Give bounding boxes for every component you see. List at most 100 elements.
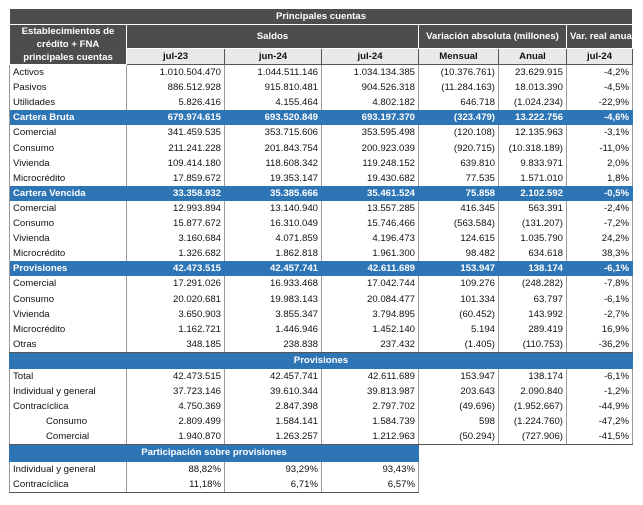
highlight-row: Cartera Bruta 679.974.615 693.520.849 693.1… bbox=[9, 110, 633, 126]
cell-value: 138.174 bbox=[498, 368, 567, 385]
table-row: Comercial 12.993.894 13.140.940 13.557.285 4… bbox=[9, 200, 633, 217]
table-row: Comercial 341.459.535 353.715.606 353.595.4… bbox=[9, 125, 633, 141]
cell-value: -22,9% bbox=[566, 95, 633, 111]
cell-value: 42.473.515 bbox=[126, 368, 225, 385]
cell-value: (1.024.234) bbox=[498, 95, 567, 111]
cell-value: -7,8% bbox=[566, 276, 633, 292]
row-label: Consumo bbox=[9, 291, 127, 307]
cell-value: 15.877.672 bbox=[126, 216, 225, 232]
cell-value: 42.611.689 bbox=[321, 261, 419, 277]
cell-value: -4,5% bbox=[566, 80, 633, 96]
row-label: Cartera Bruta bbox=[9, 110, 127, 126]
cell-value: 915.810.481 bbox=[224, 80, 322, 96]
cell-value: 679.974.615 bbox=[126, 110, 225, 126]
cell-value: (10.376.761) bbox=[418, 64, 499, 81]
cell-value: 6,57% bbox=[321, 476, 419, 493]
table-row: Otras 348.185 238.838 237.432 (1.405) (110.75… bbox=[9, 336, 633, 353]
cell-value: 42.473.515 bbox=[126, 261, 225, 277]
cell-value: 1.162.721 bbox=[126, 321, 225, 337]
provision-row: Total 42.473.515 42.457.741 42.611.689 153.9… bbox=[9, 368, 633, 385]
cell-value: 4.802.182 bbox=[321, 95, 419, 111]
var-real-header: Var. real anual bbox=[566, 24, 633, 49]
cell-value: 101.334 bbox=[418, 291, 499, 307]
row-label: Pasivos bbox=[9, 80, 127, 96]
provisiones-section-row: Provisiones bbox=[9, 351, 633, 369]
cell-value: 1.035.790 bbox=[498, 231, 567, 247]
cell-value: 42.611.689 bbox=[321, 368, 419, 385]
cell-value: 16.310.049 bbox=[224, 216, 322, 232]
cell-value: 693.197.370 bbox=[321, 110, 419, 126]
cell-value: 109.414.180 bbox=[126, 155, 225, 171]
row-label: Cartera Vencida bbox=[9, 185, 127, 201]
cell-value: 2.847.398 bbox=[224, 399, 322, 415]
cell-value: 16,9% bbox=[566, 321, 633, 337]
cell-value: 1.584.141 bbox=[224, 414, 322, 430]
table-row: Utilidades 5.826.416 4.155.464 4.802.182 646… bbox=[9, 95, 633, 111]
cell-value: -3,1% bbox=[566, 125, 633, 141]
cell-value: 9.833.971 bbox=[498, 155, 567, 171]
main-table-container: Principales cuentas Establecimientos de … bbox=[9, 7, 633, 493]
cell-value: 238.838 bbox=[224, 336, 322, 353]
cell-value: 3.160.684 bbox=[126, 231, 225, 247]
cell-value: -2,4% bbox=[566, 200, 633, 217]
row-label: Microcrédito bbox=[9, 170, 127, 186]
highlight-row: Cartera Vencida 33.358.932 35.385.666 35.46… bbox=[9, 185, 633, 201]
cell-value: 289.419 bbox=[498, 321, 567, 337]
cell-value: 20.020.681 bbox=[126, 291, 225, 307]
cell-value: 1.212.963 bbox=[321, 429, 419, 446]
cell-value: 1.584.739 bbox=[321, 414, 419, 430]
cell-value: 1.961.300 bbox=[321, 246, 419, 262]
cell-value: (1.952.667) bbox=[498, 399, 567, 415]
cell-value: 6,71% bbox=[224, 476, 322, 493]
cell-value: 353.715.606 bbox=[224, 125, 322, 141]
provisiones-section-title: Provisiones bbox=[9, 351, 633, 369]
table-row: Comercial 17.291.026 16.933.468 17.042.744 1… bbox=[9, 276, 633, 292]
cell-value: -11,0% bbox=[566, 140, 633, 156]
participacion-row: Individual y general 88,82% 93,29% 93,43% bbox=[9, 461, 633, 477]
cell-value: 886.512.928 bbox=[126, 80, 225, 96]
cell-value: 19.983.143 bbox=[224, 291, 322, 307]
row-label: Vivienda bbox=[9, 155, 127, 171]
cell-value: 1.034.134.385 bbox=[321, 64, 419, 81]
cell-value: 4.196.473 bbox=[321, 231, 419, 247]
cell-value: -0,5% bbox=[566, 185, 633, 201]
sub-header-4: Anual bbox=[498, 47, 567, 66]
cell-value: (727.906) bbox=[498, 429, 567, 446]
table-row: Consumo 20.020.681 19.983.143 20.084.477 101… bbox=[9, 291, 633, 307]
cell-value: 639.810 bbox=[418, 155, 499, 171]
cell-value: 17.859.672 bbox=[126, 170, 225, 186]
cell-value: -6,1% bbox=[566, 291, 633, 307]
cell-value: 237.432 bbox=[321, 336, 419, 353]
cell-value: 16.933.468 bbox=[224, 276, 322, 292]
cell-value: 3.855.347 bbox=[224, 306, 322, 322]
cell-value: 4.155.464 bbox=[224, 95, 322, 111]
row-label: Comercial bbox=[9, 125, 127, 141]
cell-value: 39.610.344 bbox=[224, 384, 322, 400]
cell-value: 1.940.870 bbox=[126, 429, 225, 446]
cell-value: 5.194 bbox=[418, 321, 499, 337]
table-title: Principales cuentas bbox=[9, 7, 633, 26]
row-label: Microcrédito bbox=[9, 321, 127, 337]
table-row: Activos 1.010.504.470 1.044.511.146 1.034.1… bbox=[9, 64, 633, 81]
cell-value: (323.479) bbox=[418, 110, 499, 126]
cell-value: (248.282) bbox=[498, 276, 567, 292]
variacion-header: Variación absoluta (millones) bbox=[418, 24, 567, 49]
cell-value: 1.263.257 bbox=[224, 429, 322, 446]
participacion-section-row: Participación sobre provisiones bbox=[9, 444, 633, 462]
cell-value: 2,0% bbox=[566, 155, 633, 171]
cell-value: 200.923.039 bbox=[321, 140, 419, 156]
cell-value: 4.750.369 bbox=[126, 399, 225, 415]
cell-value: -47,2% bbox=[566, 414, 633, 430]
cell-value: 63.797 bbox=[498, 291, 567, 307]
row-label: Comercial bbox=[9, 200, 127, 217]
cell-value: 93,29% bbox=[224, 461, 322, 477]
cell-value: 17.291.026 bbox=[126, 276, 225, 292]
cell-value: 19.353.147 bbox=[224, 170, 322, 186]
cell-value: -4,6% bbox=[566, 110, 633, 126]
cell-value: 201.843.754 bbox=[224, 140, 322, 156]
cell-value: 15.746.466 bbox=[321, 216, 419, 232]
row-label: Consumo bbox=[9, 414, 127, 430]
table-row: Microcrédito 17.859.672 19.353.147 19.430.6… bbox=[9, 170, 633, 186]
cell-value: -1,2% bbox=[566, 384, 633, 400]
principales-cuentas-table: Principales cuentas Establecimientos de … bbox=[9, 7, 633, 493]
